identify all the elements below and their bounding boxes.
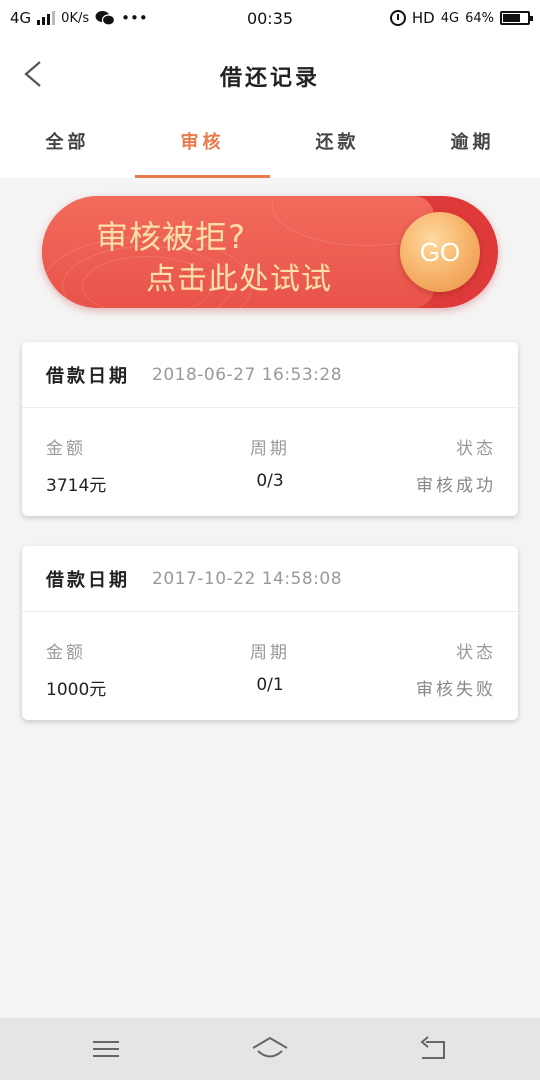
page-title: 借还记录 xyxy=(219,65,320,91)
record-card[interactable]: 借款日期 2018-06-27 16:53:28 金额 3714元 周期 0/3… xyxy=(22,342,518,516)
return-icon[interactable] xyxy=(414,1034,454,1064)
tab-overdue[interactable]: 逾期 xyxy=(405,112,540,178)
status-label: 状态 xyxy=(456,439,496,459)
tab-bar: 全部 审核 还款 逾期 xyxy=(0,112,540,178)
status-bar: 4G 0K/s ••• 00:35 HD 4G 64% xyxy=(0,0,540,36)
network-type-right: 4G xyxy=(440,10,460,26)
menu-icon[interactable] xyxy=(86,1034,126,1064)
banner-panel: 审核被拒? 点击此处试试 xyxy=(42,196,434,308)
banner-headline: 审核被拒? xyxy=(96,218,246,256)
banner-subline: 点击此处试试 xyxy=(146,262,332,297)
status-column: 状态 审核失败 xyxy=(416,638,496,700)
system-nav-bar xyxy=(0,1018,540,1080)
status-label: 状态 xyxy=(456,643,496,663)
record-card[interactable]: 借款日期 2017-10-22 14:58:08 金额 1000元 周期 0/1… xyxy=(22,546,518,720)
status-right: HD 4G 64% xyxy=(389,9,533,27)
date-value: 2018-06-27 16:53:28 xyxy=(152,364,343,385)
card-body: 金额 1000元 周期 0/1 状态 审核失败 xyxy=(22,612,518,720)
battery-icon xyxy=(500,11,533,25)
card-header: 借款日期 2017-10-22 14:58:08 xyxy=(22,546,518,612)
card-body: 金额 3714元 周期 0/3 状态 审核成功 xyxy=(22,408,518,516)
go-button[interactable]: GO xyxy=(400,212,480,292)
date-label: 借款日期 xyxy=(46,365,130,387)
status-value: 审核失败 xyxy=(416,680,496,700)
promo-banner[interactable]: 审核被拒? 点击此处试试 GO xyxy=(42,196,498,308)
card-header: 借款日期 2018-06-27 16:53:28 xyxy=(22,342,518,408)
tab-review[interactable]: 审核 xyxy=(135,112,270,178)
hd-indicator: HD xyxy=(411,9,435,27)
tab-repay[interactable]: 还款 xyxy=(270,112,405,178)
battery-percent: 64% xyxy=(465,10,494,26)
home-icon[interactable] xyxy=(250,1034,290,1064)
alarm-icon xyxy=(389,10,406,26)
date-value: 2017-10-22 14:58:08 xyxy=(152,568,343,589)
date-label: 借款日期 xyxy=(46,569,130,591)
header: 借还记录 xyxy=(0,36,540,112)
tab-all[interactable]: 全部 xyxy=(0,112,135,178)
status-column: 状态 审核成功 xyxy=(416,434,496,496)
status-value: 审核成功 xyxy=(416,476,496,496)
